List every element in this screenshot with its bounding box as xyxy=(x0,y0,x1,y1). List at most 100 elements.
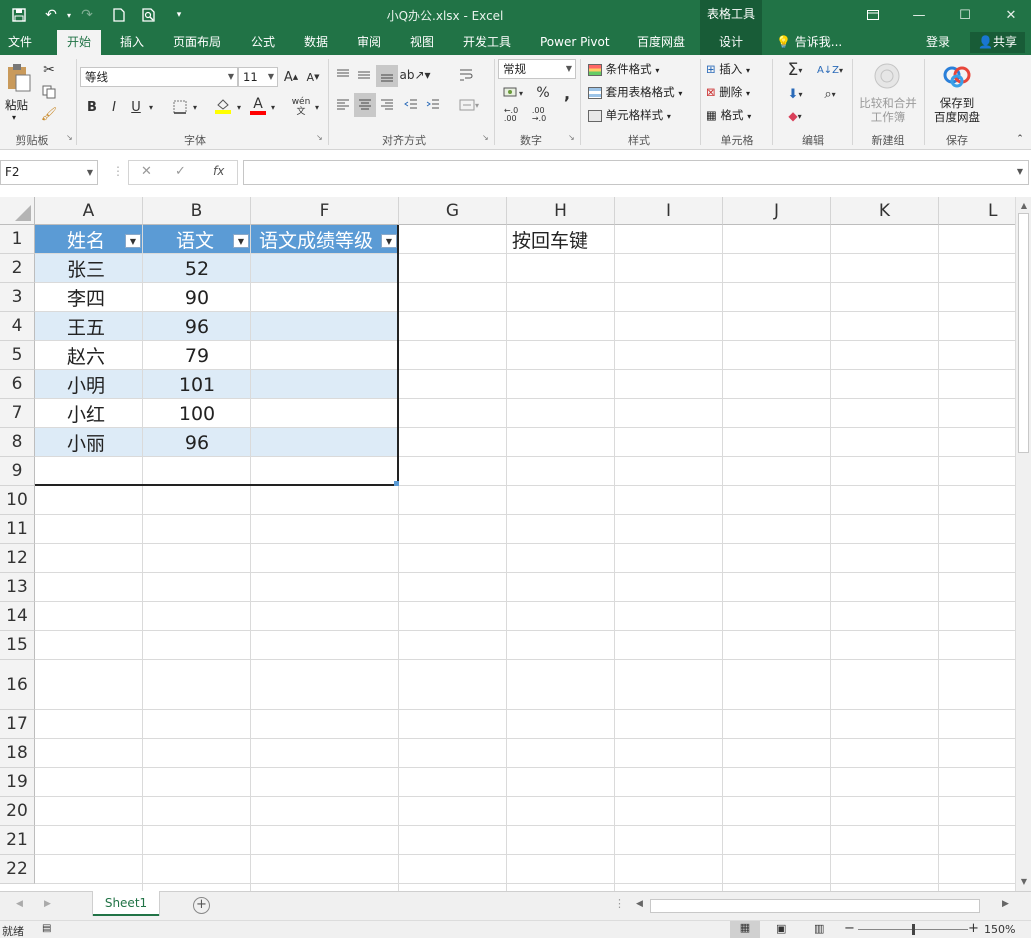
number-launcher-icon[interactable]: ↘ xyxy=(568,133,575,142)
scroll-right-icon[interactable]: ▶ xyxy=(1002,899,1009,909)
fill-color-icon[interactable] xyxy=(212,95,234,117)
tab-design[interactable]: 设计 xyxy=(700,30,762,55)
clear-icon[interactable]: ◆ ▾ xyxy=(778,105,812,127)
tab-file[interactable]: 文件 xyxy=(2,30,38,55)
row-header[interactable]: 4 xyxy=(0,312,35,341)
align-left-icon[interactable] xyxy=(334,95,352,115)
find-select-icon[interactable]: ⌕ ▾ xyxy=(814,83,846,105)
tab-view[interactable]: 视图 xyxy=(404,30,440,55)
scroll-down-icon[interactable]: ▼ xyxy=(1016,875,1031,889)
number-format-combo[interactable]: 常规 ▼ xyxy=(498,59,576,79)
decrease-font-icon[interactable]: A ▼ xyxy=(304,67,322,87)
clipboard-launcher-icon[interactable]: ↘ xyxy=(66,133,73,142)
scroll-left-icon[interactable]: ◀ xyxy=(636,899,643,909)
row-header[interactable]: 15 xyxy=(0,631,35,660)
sort-filter-icon[interactable]: A↓Z ▾ xyxy=(814,59,846,81)
currency-icon[interactable]: ▾ xyxy=(500,83,526,103)
delete-cells-button[interactable]: ⊠ 删除 ▾ xyxy=(706,84,750,100)
row-header[interactable]: 16 xyxy=(0,660,35,710)
copy-icon[interactable] xyxy=(40,83,58,101)
minimize-icon[interactable]: — xyxy=(896,0,942,30)
row-header[interactable]: 12 xyxy=(0,544,35,573)
login-link[interactable]: 登录 xyxy=(920,30,956,55)
prev-sheet-icon[interactable]: ◀ xyxy=(16,899,23,909)
maximize-icon[interactable]: ☐ xyxy=(942,0,988,30)
orientation-icon[interactable]: ab↗▾ xyxy=(399,65,430,85)
page-layout-view-icon[interactable]: ▣ xyxy=(776,922,786,935)
conditional-format-button[interactable]: 条件格式 ▾ xyxy=(588,61,659,77)
decrease-indent-icon[interactable] xyxy=(402,95,420,115)
row-header[interactable]: 10 xyxy=(0,486,35,515)
font-launcher-icon[interactable]: ↘ xyxy=(316,133,323,142)
column-header-g[interactable]: G xyxy=(399,197,507,225)
paste-button[interactable]: 粘贴 xyxy=(5,97,28,113)
sheet-tab-sheet1[interactable]: Sheet1 xyxy=(93,891,159,916)
insert-cells-button[interactable]: ⊞ 插入 ▾ xyxy=(706,61,750,77)
merge-center-icon[interactable]: ▾ xyxy=(456,95,482,115)
paste-dropdown-icon[interactable]: ▾ xyxy=(12,113,16,122)
align-bottom-icon[interactable] xyxy=(376,65,398,87)
phonetic-dropdown-icon[interactable]: ▾ xyxy=(312,97,322,117)
row-header[interactable]: 2 xyxy=(0,254,35,283)
column-header-b[interactable]: B xyxy=(143,197,251,225)
cancel-formula-icon[interactable]: ✕ xyxy=(141,164,152,179)
page-break-view-icon[interactable]: ▥ xyxy=(814,922,824,935)
tab-data[interactable]: 数据 xyxy=(298,30,334,55)
row-header[interactable]: 19 xyxy=(0,768,35,797)
row-header[interactable]: 20 xyxy=(0,797,35,826)
fill-dropdown-icon[interactable]: ▾ xyxy=(234,97,244,117)
macro-record-icon[interactable]: ▤ xyxy=(42,923,51,934)
vertical-scroll-thumb[interactable] xyxy=(1018,213,1029,453)
font-color-icon[interactable]: A xyxy=(248,95,268,117)
underline-button[interactable]: U xyxy=(128,97,144,117)
add-sheet-icon[interactable]: + xyxy=(193,897,210,914)
column-header-h[interactable]: H xyxy=(507,197,615,225)
font-color-dropdown-icon[interactable]: ▾ xyxy=(268,97,278,117)
tab-home[interactable]: 开始 xyxy=(57,30,102,55)
normal-view-icon[interactable]: ▦ xyxy=(730,921,760,938)
annotation-cell[interactable]: 按回车键 xyxy=(512,225,588,254)
percent-button[interactable]: % xyxy=(534,83,552,103)
tab-power-pivot[interactable]: Power Pivot xyxy=(534,30,616,55)
baidu-netdisk-icon[interactable] xyxy=(940,61,974,91)
row-header[interactable]: 8 xyxy=(0,428,35,457)
formula-input[interactable]: ▼ xyxy=(243,160,1029,185)
paste-icon[interactable] xyxy=(4,61,34,95)
increase-decimal-icon[interactable]: ←.0.00 xyxy=(500,105,522,125)
expand-formula-icon[interactable]: ▼ xyxy=(1017,167,1023,176)
insert-function-icon[interactable]: fx xyxy=(213,164,224,178)
autosum-icon[interactable]: Σ ▾ xyxy=(778,59,812,81)
wrap-text-icon[interactable] xyxy=(456,65,476,85)
row-header[interactable]: 14 xyxy=(0,602,35,631)
column-header-i[interactable]: I xyxy=(615,197,723,225)
increase-font-icon[interactable]: A ▲ xyxy=(282,67,300,87)
increase-indent-icon[interactable] xyxy=(424,95,442,115)
row-header[interactable]: 7 xyxy=(0,399,35,428)
row-header[interactable]: 5 xyxy=(0,341,35,370)
align-top-icon[interactable] xyxy=(334,65,352,85)
tab-formulas[interactable]: 公式 xyxy=(245,30,281,55)
close-icon[interactable]: ✕ xyxy=(988,0,1031,30)
column-header-l[interactable]: L xyxy=(939,197,1015,225)
row-header[interactable]: 21 xyxy=(0,826,35,855)
tab-insert[interactable]: 插入 xyxy=(114,30,150,55)
zoom-slider-thumb[interactable] xyxy=(912,924,915,935)
vertical-scrollbar[interactable]: ▲ ▼ xyxy=(1015,197,1031,891)
row-header[interactable]: 13 xyxy=(0,573,35,602)
phonetic-guide-icon[interactable]: wén 文 xyxy=(290,95,312,119)
select-all-corner[interactable] xyxy=(0,197,35,225)
name-box[interactable]: F2 ▼ xyxy=(0,160,98,185)
decrease-decimal-icon[interactable]: .00 →.0 xyxy=(528,105,550,125)
comma-style-button[interactable]: , xyxy=(558,83,576,103)
row-header[interactable]: 3 xyxy=(0,283,35,312)
underline-dropdown-icon[interactable]: ▾ xyxy=(146,97,156,117)
share-button[interactable]: 👤共享 xyxy=(970,32,1025,53)
save-to-label-2[interactable]: 百度网盘 xyxy=(928,109,986,125)
tab-review[interactable]: 审阅 xyxy=(351,30,387,55)
enter-formula-icon[interactable]: ✓ xyxy=(175,164,186,179)
font-size-combo[interactable]: 11 ▼ xyxy=(238,67,278,87)
tab-page-layout[interactable]: 页面布局 xyxy=(167,30,227,55)
tab-split-icon[interactable]: ⋮ xyxy=(614,897,625,910)
row-header[interactable]: 6 xyxy=(0,370,35,399)
worksheet-grid[interactable]: A B F G H I J K L 1 2 3 4 5 6 7 8 9 10 1… xyxy=(0,197,1015,891)
